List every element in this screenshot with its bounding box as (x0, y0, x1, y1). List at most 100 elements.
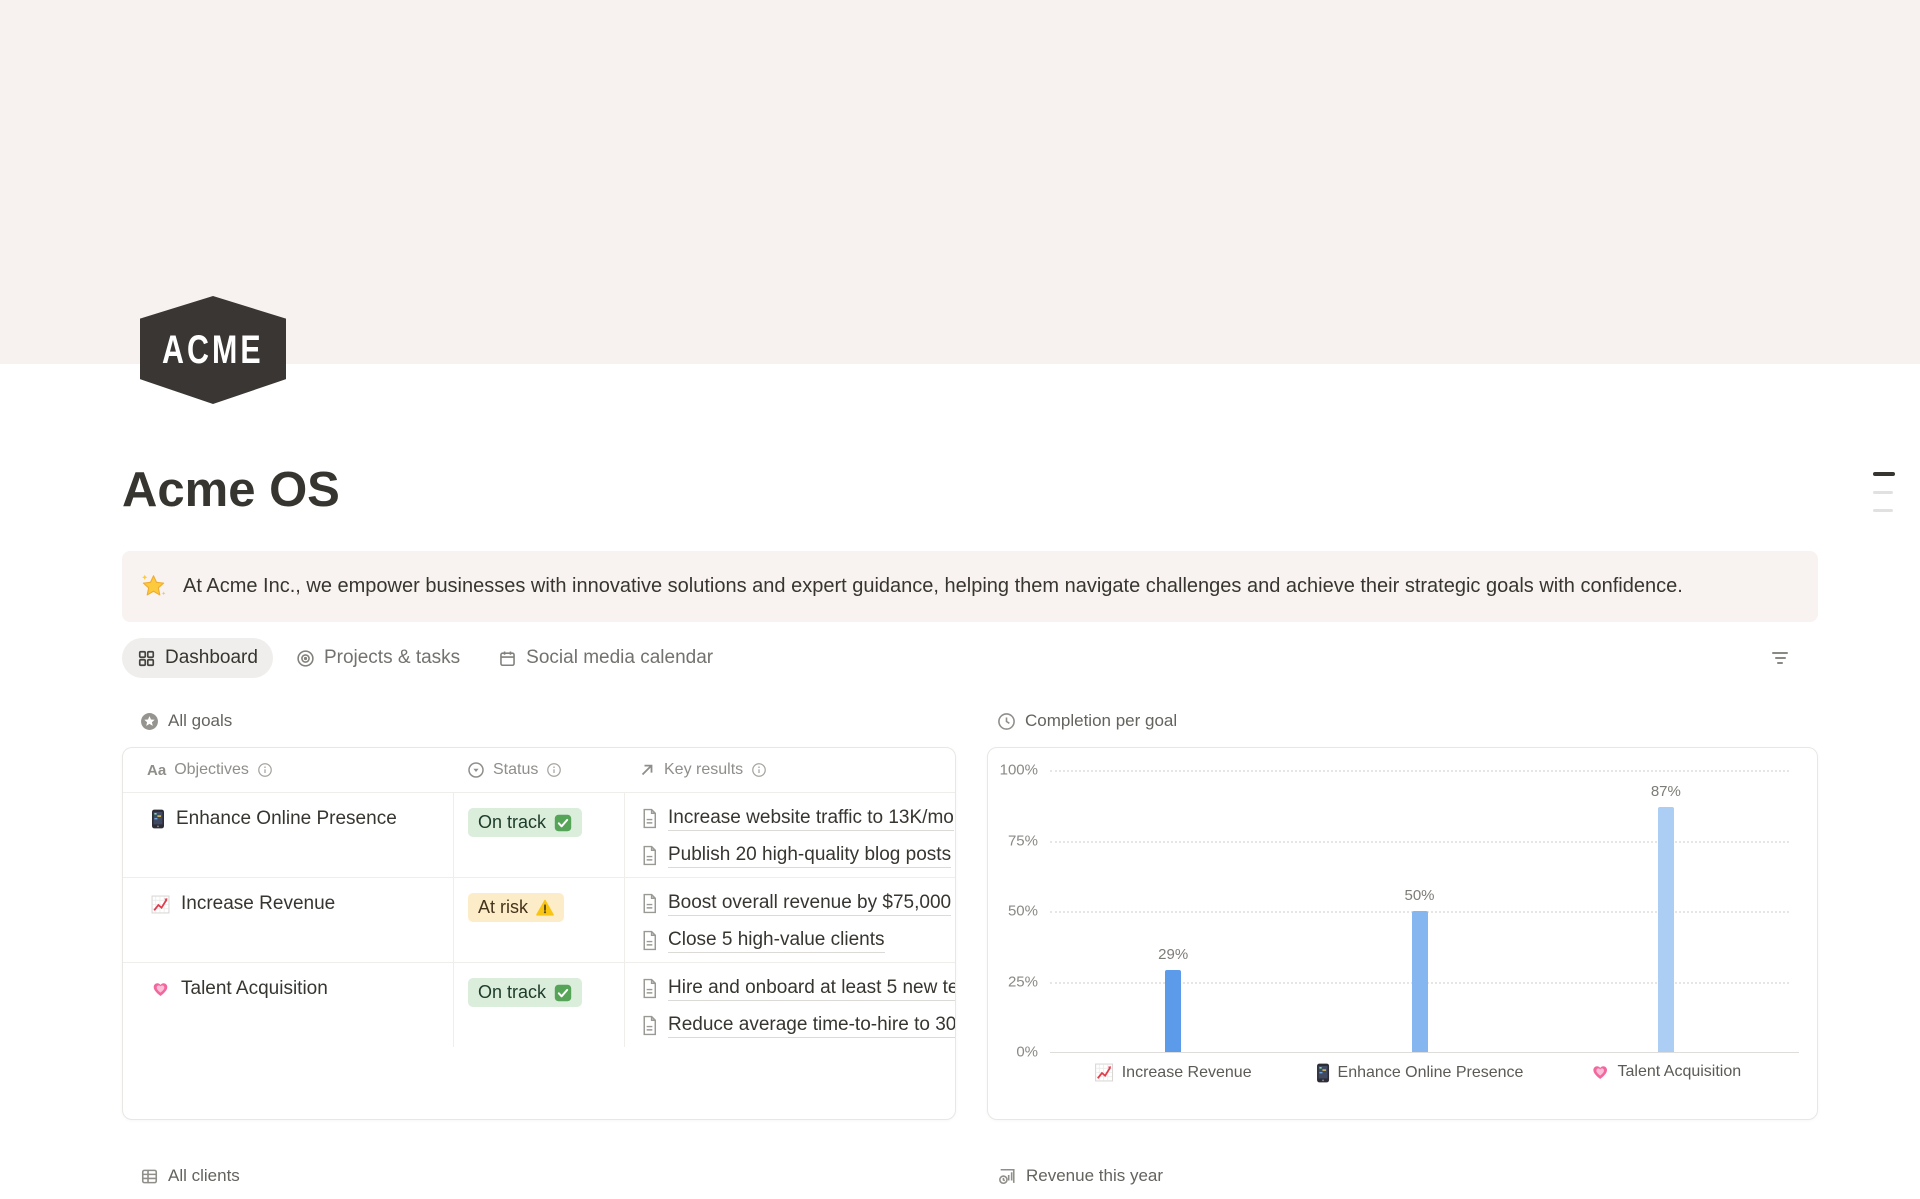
section-revenue-this-year[interactable]: Revenue this year (987, 1164, 1818, 1188)
table-row: Talent Acquisition On track Hire and (123, 962, 955, 1047)
clock-icon (997, 712, 1016, 731)
completion-chart: 100% 75% 50% 25% 0% 29% Increase Revenue 50% Enh… (987, 747, 1818, 1120)
x-axis-label-text: Enhance Online Presence (1338, 1064, 1524, 1082)
table-of-contents-indicator[interactable] (1873, 472, 1895, 512)
key-result-link[interactable]: Increase website traffic to 13K/mo (641, 804, 955, 833)
status-label: On track (478, 982, 546, 1003)
objective-title: Enhance Online Presence (176, 808, 397, 830)
chart-up-emoji-icon (1095, 1063, 1114, 1082)
text-property-icon: Aa (147, 762, 166, 779)
y-axis-tick: 25% (1008, 973, 1038, 990)
bar[interactable] (1658, 807, 1674, 1052)
page-icon (641, 978, 658, 999)
page-icon (641, 930, 658, 951)
bar[interactable] (1165, 970, 1181, 1052)
tab-projects-tasks[interactable]: Projects & tasks (281, 638, 475, 678)
page-icon (641, 1015, 658, 1036)
toc-bar[interactable] (1873, 509, 1893, 512)
section-all-goals[interactable]: All goals (122, 709, 956, 733)
status-label: On track (478, 812, 546, 833)
objective-cell[interactable]: Enhance Online Presence (123, 793, 453, 877)
status-label: At risk (478, 897, 528, 918)
tab-social-media-calendar[interactable]: Social media calendar (483, 638, 728, 678)
table-grid-icon (140, 1167, 159, 1186)
filter-icon[interactable] (1772, 652, 1788, 664)
bar-value-label: 29% (1158, 946, 1188, 963)
y-axis-tick: 75% (1008, 832, 1038, 849)
info-icon[interactable] (751, 762, 767, 778)
y-axis-tick: 100% (1000, 762, 1038, 779)
chart-up-emoji-icon (151, 895, 170, 914)
star-circle-icon (140, 712, 159, 731)
x-axis-label: Enhance Online Presence (1316, 1063, 1524, 1083)
gridline (1050, 1052, 1799, 1053)
y-axis-tick: 50% (1008, 903, 1038, 920)
x-axis-label-text: Increase Revenue (1122, 1064, 1252, 1082)
check-emoji-icon (554, 814, 572, 832)
bar-value-label: 50% (1404, 887, 1434, 904)
status-cell: On track (453, 963, 624, 1047)
table-row: Increase Revenue At risk Boost overal (123, 877, 955, 962)
status-cell: At risk (453, 878, 624, 962)
section-title: All clients (168, 1166, 240, 1186)
key-results-cell: Boost overall revenue by $75,000 Close 5… (624, 878, 955, 962)
section-title: Revenue this year (1026, 1166, 1163, 1186)
status-badge[interactable]: On track (468, 808, 582, 837)
key-result-link[interactable]: Publish 20 high-quality blog posts (641, 841, 955, 870)
heart-emoji-icon (151, 980, 170, 998)
warning-emoji-icon (536, 899, 554, 917)
tab-label: Projects & tasks (324, 647, 460, 669)
info-icon[interactable] (546, 762, 562, 778)
column-header-status[interactable]: Status (453, 761, 624, 779)
toc-bar[interactable] (1873, 472, 1895, 476)
objective-title: Increase Revenue (181, 893, 335, 915)
page-icon (641, 893, 658, 914)
smartphone-emoji-icon (1316, 1063, 1330, 1083)
key-result-title: Publish 20 high-quality blog posts (668, 844, 951, 868)
tab-dashboard[interactable]: Dashboard (122, 638, 273, 678)
x-axis-label-text: Talent Acquisition (1618, 1063, 1742, 1081)
x-axis-label: Increase Revenue (1095, 1063, 1252, 1082)
column-label: Status (493, 761, 538, 779)
tab-label: Dashboard (165, 647, 258, 669)
column-header-key-results[interactable]: Key results (624, 761, 955, 779)
info-icon[interactable] (257, 762, 273, 778)
view-tabs: Dashboard Projects & tasks Social media … (122, 637, 1818, 679)
status-cell: On track (453, 793, 624, 877)
heart-emoji-icon (1591, 1063, 1610, 1081)
section-all-clients[interactable]: All clients (122, 1164, 956, 1188)
column-label: Objectives (174, 761, 249, 779)
callout: At Acme Inc., we empower businesses with… (122, 551, 1818, 622)
gridline (1050, 770, 1789, 772)
y-axis-tick: 0% (1016, 1044, 1038, 1061)
bar-value-label: 87% (1651, 783, 1681, 800)
key-result-link[interactable]: Boost overall revenue by $75,000 (641, 889, 955, 918)
check-emoji-icon (554, 984, 572, 1002)
key-result-link[interactable]: Hire and onboard at least 5 new team (641, 974, 955, 1003)
key-result-link[interactable]: Close 5 high-value clients (641, 926, 955, 955)
column-header-objectives[interactable]: Aa Objectives (123, 761, 453, 779)
table-row: Enhance Online Presence On track Incr (123, 792, 955, 877)
key-result-title: Increase website traffic to 13K/mo (668, 807, 954, 831)
section-title: All goals (168, 711, 232, 731)
bar[interactable] (1412, 911, 1428, 1052)
section-completion-per-goal[interactable]: Completion per goal (987, 709, 1818, 733)
goals-table: Aa Objectives Status Key results (122, 747, 956, 1120)
toc-bar[interactable] (1873, 491, 1893, 494)
objective-cell[interactable]: Talent Acquisition (123, 963, 453, 1047)
page: ACME Acme OS At Acme Inc., we empower bu… (0, 0, 1920, 1199)
key-result-title: Hire and onboard at least 5 new team (668, 977, 955, 1001)
key-results-cell: Hire and onboard at least 5 new team Red… (624, 963, 955, 1047)
status-badge[interactable]: At risk (468, 893, 564, 922)
page-icon (641, 808, 658, 829)
objective-cell[interactable]: Increase Revenue (123, 878, 453, 962)
key-result-link[interactable]: Reduce average time-to-hire to 30 da (641, 1011, 955, 1040)
chart-plot-area: 100%75%50%25%0%29%Increase Revenue50%Enh… (1050, 770, 1789, 1052)
page-title: Acme OS (122, 364, 1818, 518)
goals-table-header: Aa Objectives Status Key results (123, 748, 955, 792)
status-badge[interactable]: On track (468, 978, 582, 1007)
gridline (1050, 841, 1789, 843)
glowing-star-icon (140, 573, 167, 600)
key-result-title: Close 5 high-value clients (668, 929, 885, 953)
tab-label: Social media calendar (526, 647, 713, 669)
